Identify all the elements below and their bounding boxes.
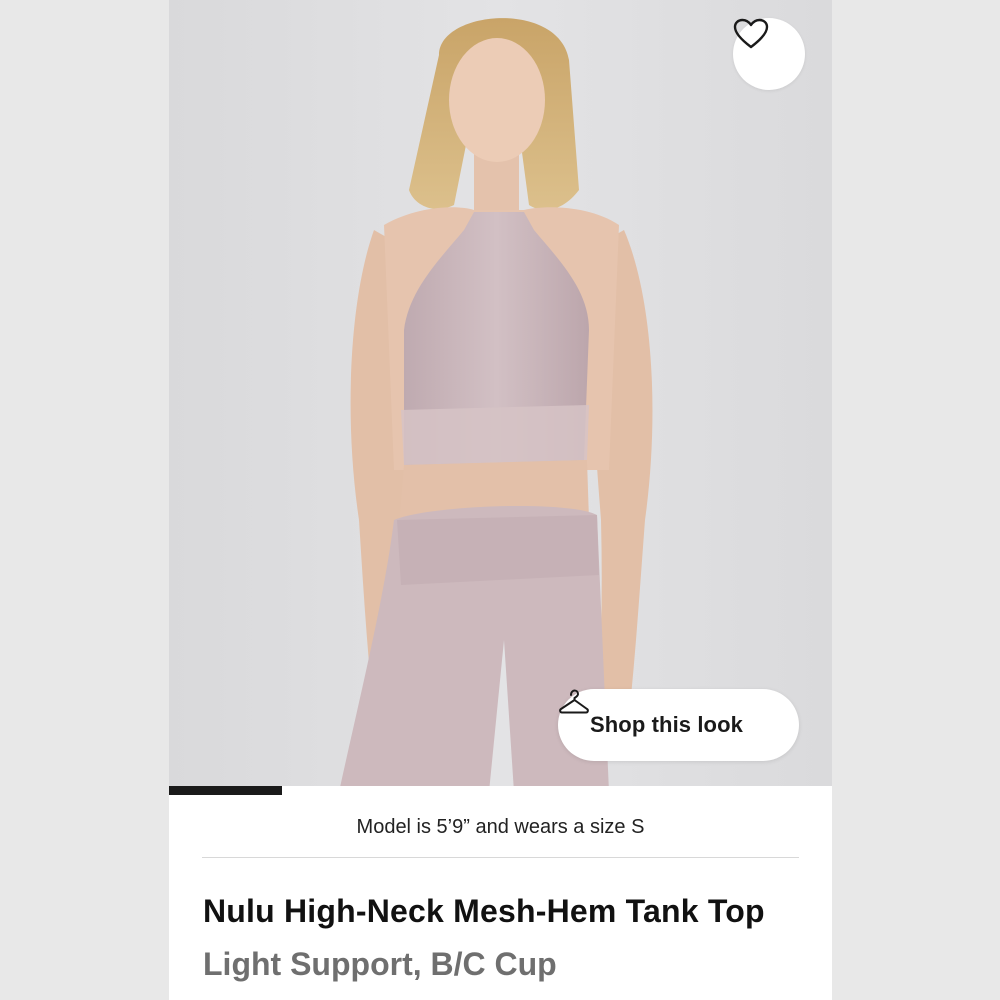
favorite-button[interactable] bbox=[733, 18, 805, 90]
right-backdrop bbox=[832, 0, 1000, 1000]
gallery-progress-fill bbox=[169, 786, 282, 795]
shop-this-look-label: Shop this look bbox=[590, 712, 743, 737]
product-photo[interactable]: Shop this look bbox=[169, 0, 832, 792]
product-subtitle: Light Support, B/C Cup bbox=[203, 946, 557, 982]
model-size-info: Model is 5’9” and wears a size S bbox=[356, 816, 645, 838]
model-illustration bbox=[169, 0, 832, 792]
gallery-progress-bar bbox=[169, 786, 832, 795]
divider bbox=[202, 857, 799, 858]
shop-this-look-button[interactable]: Shop this look bbox=[558, 689, 799, 761]
heart-outline-icon bbox=[733, 18, 769, 49]
left-backdrop bbox=[0, 0, 169, 1000]
product-card: Shop this look Model is 5’9” and wears a… bbox=[169, 0, 832, 1000]
hanger-icon bbox=[559, 689, 589, 714]
product-title: Nulu High-Neck Mesh-Hem Tank Top bbox=[203, 893, 765, 929]
